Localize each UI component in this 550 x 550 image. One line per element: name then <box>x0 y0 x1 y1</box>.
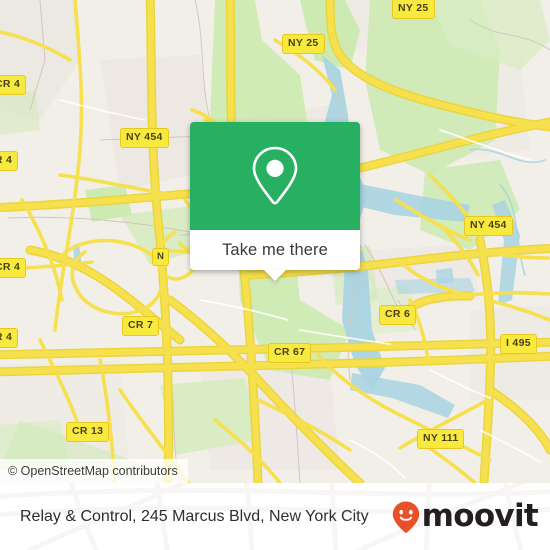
card-pointer-tail <box>264 270 286 281</box>
moovit-map-screenshot: .park { fill:#cdeab2; } .park2 { fill:#d… <box>0 0 550 550</box>
moovit-wordmark: moovit <box>421 498 539 534</box>
shield-ny-454-east: NY 454 <box>464 216 513 236</box>
shield-ny-111: NY 111 <box>417 429 465 449</box>
shield-cr-6: CR 6 <box>379 305 417 325</box>
card-action-label: Take me there <box>222 240 328 259</box>
osm-attribution[interactable]: © OpenStreetMap contributors <box>0 458 188 483</box>
shield-cr-4-d: CR 4 <box>0 328 19 348</box>
moovit-pin-icon <box>392 501 419 533</box>
shield-cr-7: CR 7 <box>122 316 160 336</box>
shield-cr-13: CR 13 <box>66 422 110 442</box>
shield-ny-25-top: NY 25 <box>392 0 435 19</box>
shield-cr-4-b: CR 4 <box>0 151 19 171</box>
shield-ny-454-west: NY 454 <box>120 128 169 148</box>
shield-cr-67: CR 67 <box>268 343 312 363</box>
footer-bar: Relay & Control, 245 Marcus Blvd, New Yo… <box>0 483 550 550</box>
take-me-there-card[interactable]: Take me there <box>190 122 360 281</box>
shield-n-route: N <box>152 248 170 266</box>
shield-cr-4-c: CR 4 <box>0 258 27 278</box>
card-action-area[interactable]: Take me there <box>190 230 360 281</box>
shield-cr-4-a: CR 4 <box>0 75 27 95</box>
location-pin-icon <box>252 146 298 205</box>
shield-ny-25-north: NY 25 <box>282 34 325 54</box>
shield-i-495: I 495 <box>500 334 537 354</box>
card-pin-area <box>190 122 360 230</box>
moovit-brand[interactable]: moovit <box>391 498 539 534</box>
place-title: Relay & Control, 245 Marcus Blvd, New Yo… <box>20 507 369 525</box>
